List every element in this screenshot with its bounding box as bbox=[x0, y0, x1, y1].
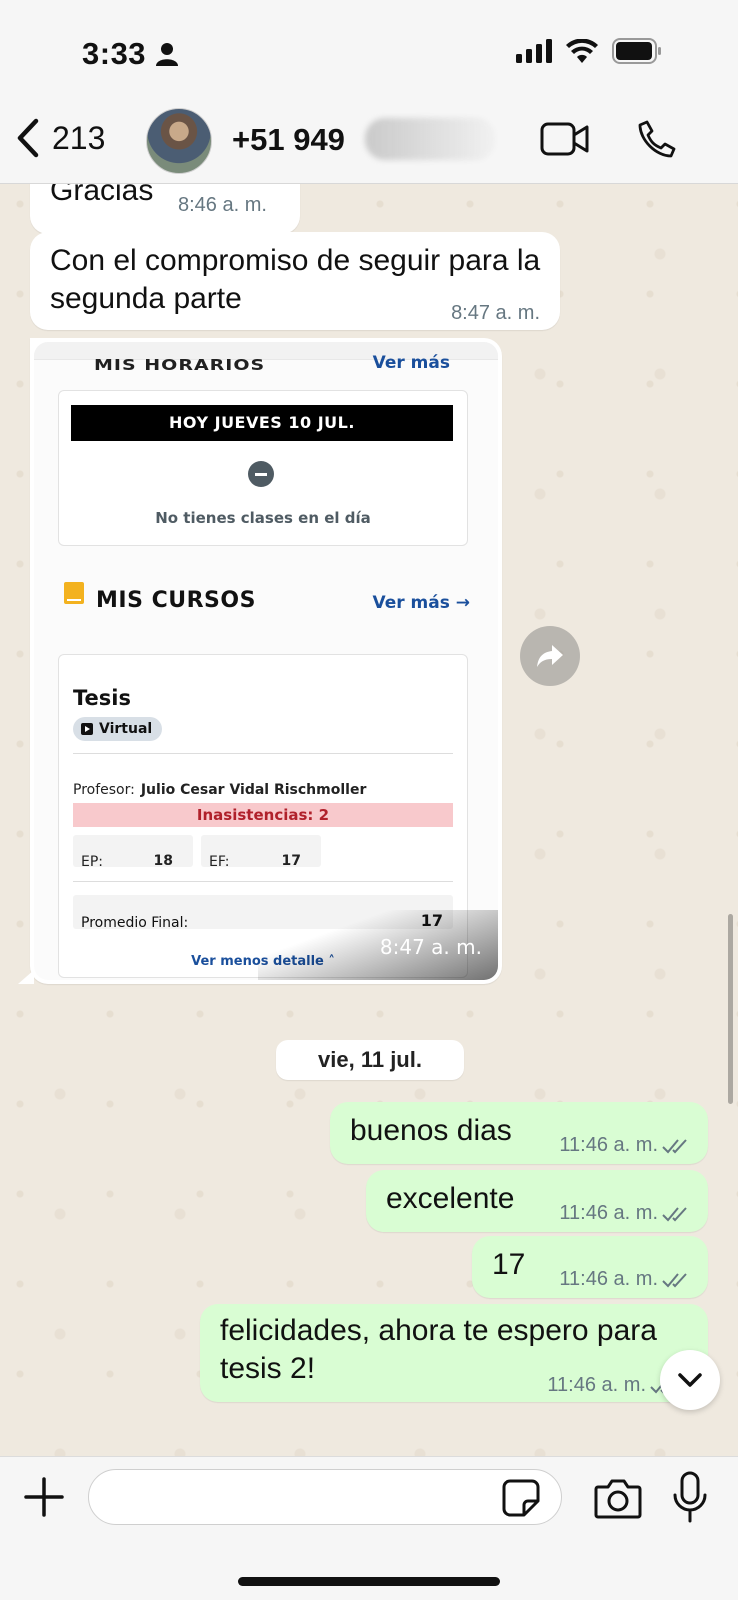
divider bbox=[73, 753, 453, 754]
chat-header: 3:33 213 +51 949 bbox=[0, 0, 738, 184]
message-time-label: 11:46 a. m. bbox=[559, 1268, 658, 1290]
unread-count: 213 bbox=[52, 119, 106, 156]
modality-label: Virtual bbox=[99, 721, 153, 737]
horarios-title: MIS HORARIOS bbox=[94, 356, 266, 374]
battery-icon bbox=[612, 38, 661, 64]
composer-bar bbox=[0, 1456, 738, 1600]
chevron-down-icon bbox=[678, 1373, 702, 1387]
message-time: 11:46 a. m. bbox=[559, 1194, 690, 1232]
microphone-icon[interactable] bbox=[672, 1471, 708, 1523]
schedule-card: HOY JUEVES 10 JUL. No tienes clases en e… bbox=[58, 390, 468, 546]
message-outgoing[interactable]: buenos dias 11:46 a. m. bbox=[330, 1102, 708, 1164]
status-time: 3:33 bbox=[82, 36, 179, 72]
message-outgoing[interactable]: felicidades, ahora te espero para tesis … bbox=[200, 1304, 708, 1402]
message-input[interactable] bbox=[88, 1469, 562, 1525]
status-indicators bbox=[516, 38, 662, 64]
divider bbox=[73, 881, 453, 882]
video-call-icon[interactable] bbox=[540, 122, 590, 156]
message-time: 11:46 a. m. bbox=[547, 1366, 678, 1404]
double-check-icon bbox=[662, 1139, 687, 1154]
absences-banner: Inasistencias: 2 bbox=[73, 803, 453, 827]
minus-circle-icon bbox=[248, 461, 274, 487]
message-text: excelente bbox=[386, 1182, 515, 1215]
date-separator: vie, 11 jul. bbox=[276, 1040, 464, 1080]
sticker-icon[interactable] bbox=[502, 1479, 540, 1517]
message-time-label: 11:46 a. m. bbox=[559, 1202, 658, 1224]
scroll-to-bottom-button[interactable] bbox=[660, 1350, 720, 1410]
message-text: Gracias bbox=[50, 184, 154, 207]
double-check-icon bbox=[662, 1273, 687, 1288]
header-actions bbox=[540, 120, 676, 158]
camera-icon[interactable] bbox=[594, 1477, 642, 1519]
forward-button[interactable] bbox=[520, 626, 580, 686]
book-icon bbox=[64, 582, 84, 604]
message-time: 8:47 a. m. bbox=[379, 935, 482, 959]
status-time-label: 3:33 bbox=[82, 36, 147, 71]
screenshot-image[interactable]: MIS HORARIOS Ver más HOY JUEVES 10 JUL. … bbox=[34, 342, 498, 980]
ef-grade: EF: 17 bbox=[201, 835, 321, 870]
message-time: 11:46 a. m. bbox=[559, 1126, 690, 1164]
back-chevron-icon bbox=[17, 118, 39, 158]
avatar[interactable] bbox=[146, 108, 212, 174]
today-bar: HOY JUEVES 10 JUL. bbox=[71, 405, 453, 441]
double-check-icon bbox=[662, 1207, 687, 1222]
message-time: 8:46 a. m. bbox=[178, 194, 267, 216]
scrollbar[interactable] bbox=[728, 914, 733, 1104]
contact-name[interactable]: +51 949 bbox=[232, 122, 345, 158]
message-incoming[interactable]: Con el compromiso de seguir para la segu… bbox=[30, 232, 560, 330]
wifi-icon bbox=[566, 39, 598, 63]
image-message[interactable]: MIS HORARIOS Ver más HOY JUEVES 10 JUL. … bbox=[30, 338, 502, 984]
final-label: Promedio Final: bbox=[81, 915, 189, 931]
phone-icon[interactable] bbox=[638, 120, 676, 158]
redacted-name-blur bbox=[365, 118, 495, 160]
ep-grade: EP: 18 bbox=[73, 835, 193, 870]
ef-value: 17 bbox=[281, 853, 301, 869]
chat-area[interactable]: Gracias 8:46 a. m. Con el compromiso de … bbox=[0, 184, 738, 1456]
person-icon bbox=[156, 43, 179, 66]
ep-value: 18 bbox=[153, 853, 173, 869]
message-incoming[interactable]: Gracias 8:46 a. m. bbox=[30, 184, 300, 234]
forward-icon bbox=[537, 645, 563, 667]
back-button[interactable]: 213 bbox=[16, 118, 105, 158]
message-time: 8:47 a. m. bbox=[451, 302, 540, 324]
message-time-label: 11:46 a. m. bbox=[559, 1134, 658, 1156]
courses-ver-mas: Ver más → bbox=[372, 593, 470, 613]
message-text: buenos dias bbox=[350, 1114, 512, 1147]
message-time: 11:46 a. m. bbox=[559, 1260, 690, 1298]
no-classes-text: No tienes clases en el día bbox=[155, 509, 371, 527]
message-time-label: 11:46 a. m. bbox=[547, 1374, 646, 1396]
ep-label: EP: bbox=[81, 854, 104, 870]
courses-title: MIS CURSOS bbox=[96, 588, 256, 613]
play-icon bbox=[81, 723, 93, 735]
message-outgoing[interactable]: 17 11:46 a. m. bbox=[472, 1236, 708, 1298]
message-outgoing[interactable]: excelente 11:46 a. m. bbox=[366, 1170, 708, 1232]
horarios-ver-mas: Ver más bbox=[372, 353, 450, 373]
professor-label: Profesor: bbox=[73, 782, 135, 798]
plus-icon[interactable] bbox=[24, 1477, 64, 1517]
home-indicator bbox=[238, 1577, 500, 1586]
message-text: 17 bbox=[492, 1248, 526, 1281]
ef-label: EF: bbox=[209, 854, 230, 870]
signal-icon bbox=[516, 39, 552, 63]
modality-badge: Virtual bbox=[73, 717, 163, 741]
